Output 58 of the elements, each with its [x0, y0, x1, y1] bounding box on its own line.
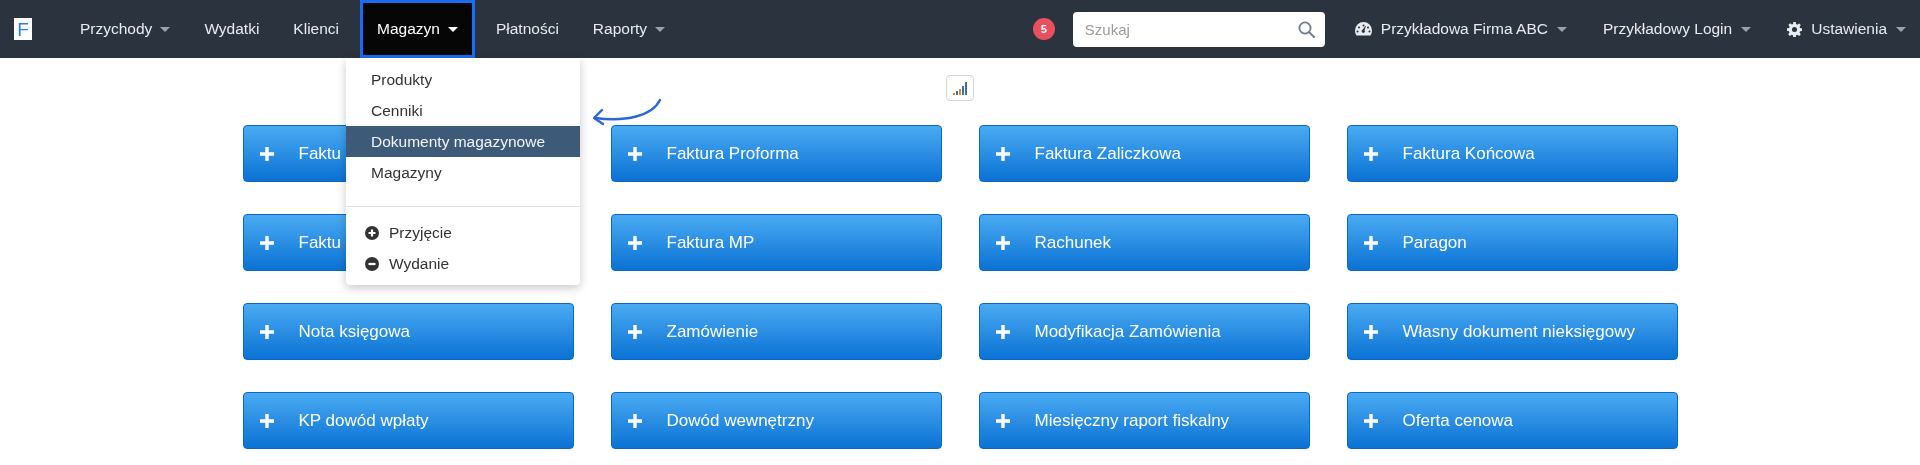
new-document-button[interactable]: Miesięczny raport fiskalny [978, 392, 1310, 449]
plus-icon [627, 413, 642, 428]
plus-icon [627, 146, 642, 161]
new-document-button[interactable]: Paragon [1346, 214, 1678, 271]
menu-item[interactable]: Cenniki [346, 95, 580, 126]
caret-icon [1896, 26, 1906, 32]
account-menu[interactable]: Przykładowy Login [1588, 20, 1766, 38]
search-field[interactable]: Szukaj [1072, 11, 1325, 47]
plus-icon [259, 235, 274, 250]
new-document-button[interactable]: Własny dokument nieksięgowy [1346, 303, 1678, 360]
new-document-button[interactable]: Faktura Proforma [610, 125, 942, 182]
plus-icon [995, 235, 1010, 250]
menu-item[interactable]: Produkty [346, 64, 580, 95]
plus-icon [627, 235, 642, 250]
minus-circle-icon [365, 256, 379, 271]
nav-item[interactable]: Wydatki [187, 0, 277, 58]
new-document-button[interactable]: Dowód wewnętrzny [610, 392, 942, 449]
plus-circle-icon [365, 225, 379, 240]
plus-icon [995, 413, 1010, 428]
new-document-button[interactable]: Faktura Zaliczkowa [978, 125, 1310, 182]
caret-icon [1556, 26, 1567, 32]
speedometer-icon [1354, 22, 1372, 36]
new-document-button[interactable]: Nota księgowa [242, 303, 574, 360]
new-document-button[interactable]: Zamówienie [610, 303, 942, 360]
plus-icon [259, 146, 274, 161]
plus-icon [1363, 413, 1378, 428]
nav-item[interactable]: Przychody [63, 0, 188, 58]
plus-icon [1363, 235, 1378, 250]
nav-item[interactable]: Magazyn [360, 0, 475, 58]
bar-chart-icon [953, 81, 967, 95]
settings-icon [1787, 21, 1803, 37]
notification-badge[interactable]: 5 [1032, 18, 1055, 40]
search-icon [1297, 20, 1315, 38]
new-document-button[interactable]: Faktura Końcowa [1346, 125, 1678, 182]
nav-item[interactable]: Klienci [276, 0, 357, 58]
plus-icon [1363, 324, 1378, 339]
new-document-button[interactable]: Modyfikacja Zamówienia [978, 303, 1310, 360]
account-menu[interactable]: Ustawienia [1773, 20, 1920, 38]
plus-icon [1363, 146, 1378, 161]
new-document-button[interactable]: Faktura MP [610, 214, 942, 271]
nav-item[interactable]: Płatności [478, 0, 576, 58]
menu-item[interactable]: Magazyny [346, 157, 580, 188]
plus-icon [995, 146, 1010, 161]
plus-icon [259, 324, 274, 339]
new-document-button[interactable]: Rachunek [978, 214, 1310, 271]
chart-button[interactable] [946, 75, 974, 101]
account-menu[interactable]: Przykładowa Firma ABC [1340, 20, 1581, 38]
menu-item[interactable]: Wydanie [346, 248, 580, 279]
plus-icon [627, 324, 642, 339]
caret-icon [1741, 26, 1752, 32]
new-document-button[interactable]: KP dowód wpłaty [242, 392, 574, 449]
menu-item[interactable]: Dokumenty magazynowe [346, 126, 580, 157]
logo[interactable]: F [14, 18, 32, 40]
plus-icon [995, 324, 1010, 339]
nav-item[interactable]: Raporty [575, 0, 683, 58]
plus-icon [259, 413, 274, 428]
menu-item[interactable]: Przyjęcie [346, 217, 580, 248]
new-document-button[interactable]: Oferta cenowa [1346, 392, 1678, 449]
